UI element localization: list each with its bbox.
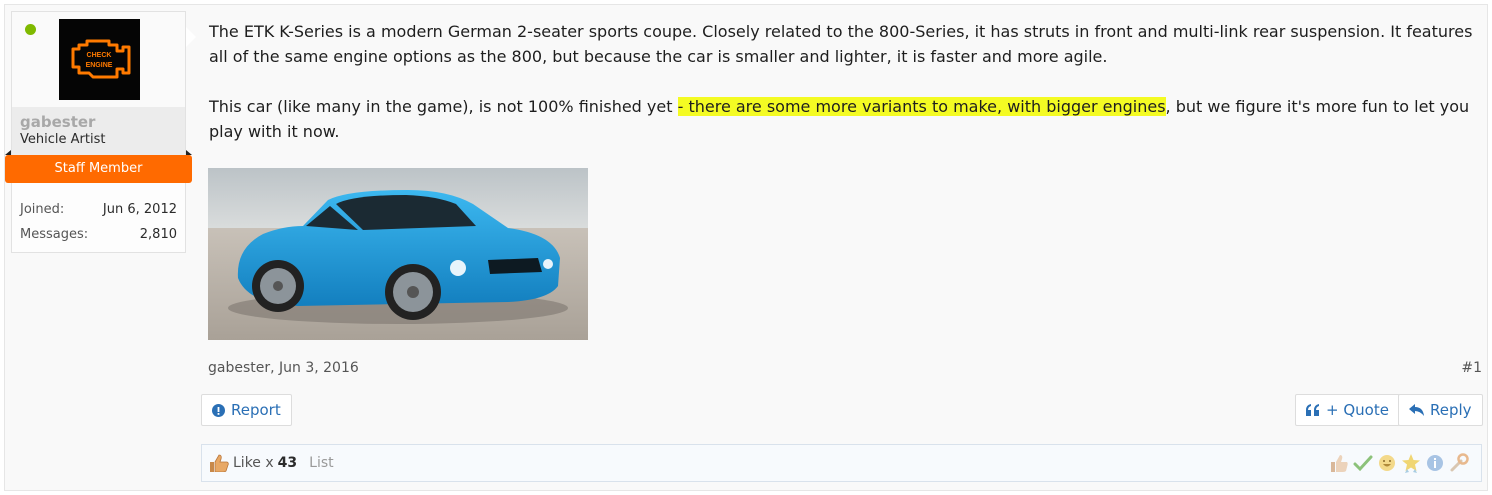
online-indicator [25, 24, 36, 35]
stat-value: Jun 6, 2012 [102, 202, 177, 217]
speech-arrow [186, 27, 196, 47]
report-button[interactable]: Report [201, 394, 292, 426]
post-author-date[interactable]: gabester, Jun 3, 2016 [208, 360, 359, 376]
stat-label: Messages: [20, 227, 89, 242]
react-informative-icon[interactable] [1425, 453, 1445, 473]
stat-label: Joined: [20, 202, 65, 217]
message-paragraph-1: The ETK K-Series is a modern German 2-se… [209, 22, 1473, 66]
car-image[interactable] [208, 168, 588, 340]
stat-messages: Messages: 2,810 [20, 222, 177, 247]
react-funny-icon[interactable] [1377, 453, 1397, 473]
react-winner-icon[interactable] [1401, 453, 1421, 473]
stat-value[interactable]: 2,810 [140, 222, 177, 247]
thumbs-up-icon [210, 454, 229, 472]
highlighted-text: - there are some more variants to make, … [677, 97, 1166, 116]
likes-label: Like x [233, 455, 274, 471]
user-info: CHECK ENGINE gabester Vehicle Artist Sta… [5, 11, 192, 253]
react-agree-icon[interactable] [1353, 453, 1373, 473]
avatar-text-2: ENGINE [86, 62, 113, 69]
reply-label: Reply [1430, 401, 1472, 419]
staff-banner: Staff Member [5, 150, 192, 183]
reply-icon [1409, 404, 1424, 416]
user-name-box: gabester Vehicle Artist [11, 107, 186, 155]
avatar-text-1: CHECK [87, 52, 112, 59]
message-paragraph-2: This car (like many in the game), is not… [209, 94, 1479, 144]
likes-summary: Like x 43 List [201, 444, 1482, 482]
user-title: Vehicle Artist [20, 132, 106, 147]
message-body: The ETK K-Series is a modern German 2-se… [209, 19, 1479, 169]
quote-label: + Quote [1326, 401, 1389, 419]
report-label: Report [231, 401, 281, 419]
likes-list-link[interactable]: List [309, 455, 333, 471]
react-useful-icon[interactable] [1449, 453, 1469, 473]
user-stats: Joined: Jun 6, 2012 Messages: 2,810 [11, 183, 186, 253]
post-number[interactable]: #1 [1461, 360, 1482, 376]
reply-button[interactable]: Reply [1398, 394, 1483, 426]
avatar[interactable]: CHECK ENGINE [59, 19, 140, 100]
likes-count: 43 [277, 455, 298, 471]
react-like-icon[interactable] [1329, 453, 1349, 473]
quote-icon [1306, 404, 1319, 416]
report-icon [212, 403, 225, 417]
username-link[interactable]: gabester [20, 113, 185, 131]
check-engine-icon: CHECK ENGINE [59, 19, 140, 100]
stat-joined: Joined: Jun 6, 2012 [20, 197, 177, 222]
reaction-icons [1329, 453, 1469, 473]
avatar-container: CHECK ENGINE [11, 11, 186, 107]
paragraph-text: This car (like many in the game), is not… [209, 97, 678, 116]
quote-button[interactable]: + Quote [1295, 394, 1400, 426]
